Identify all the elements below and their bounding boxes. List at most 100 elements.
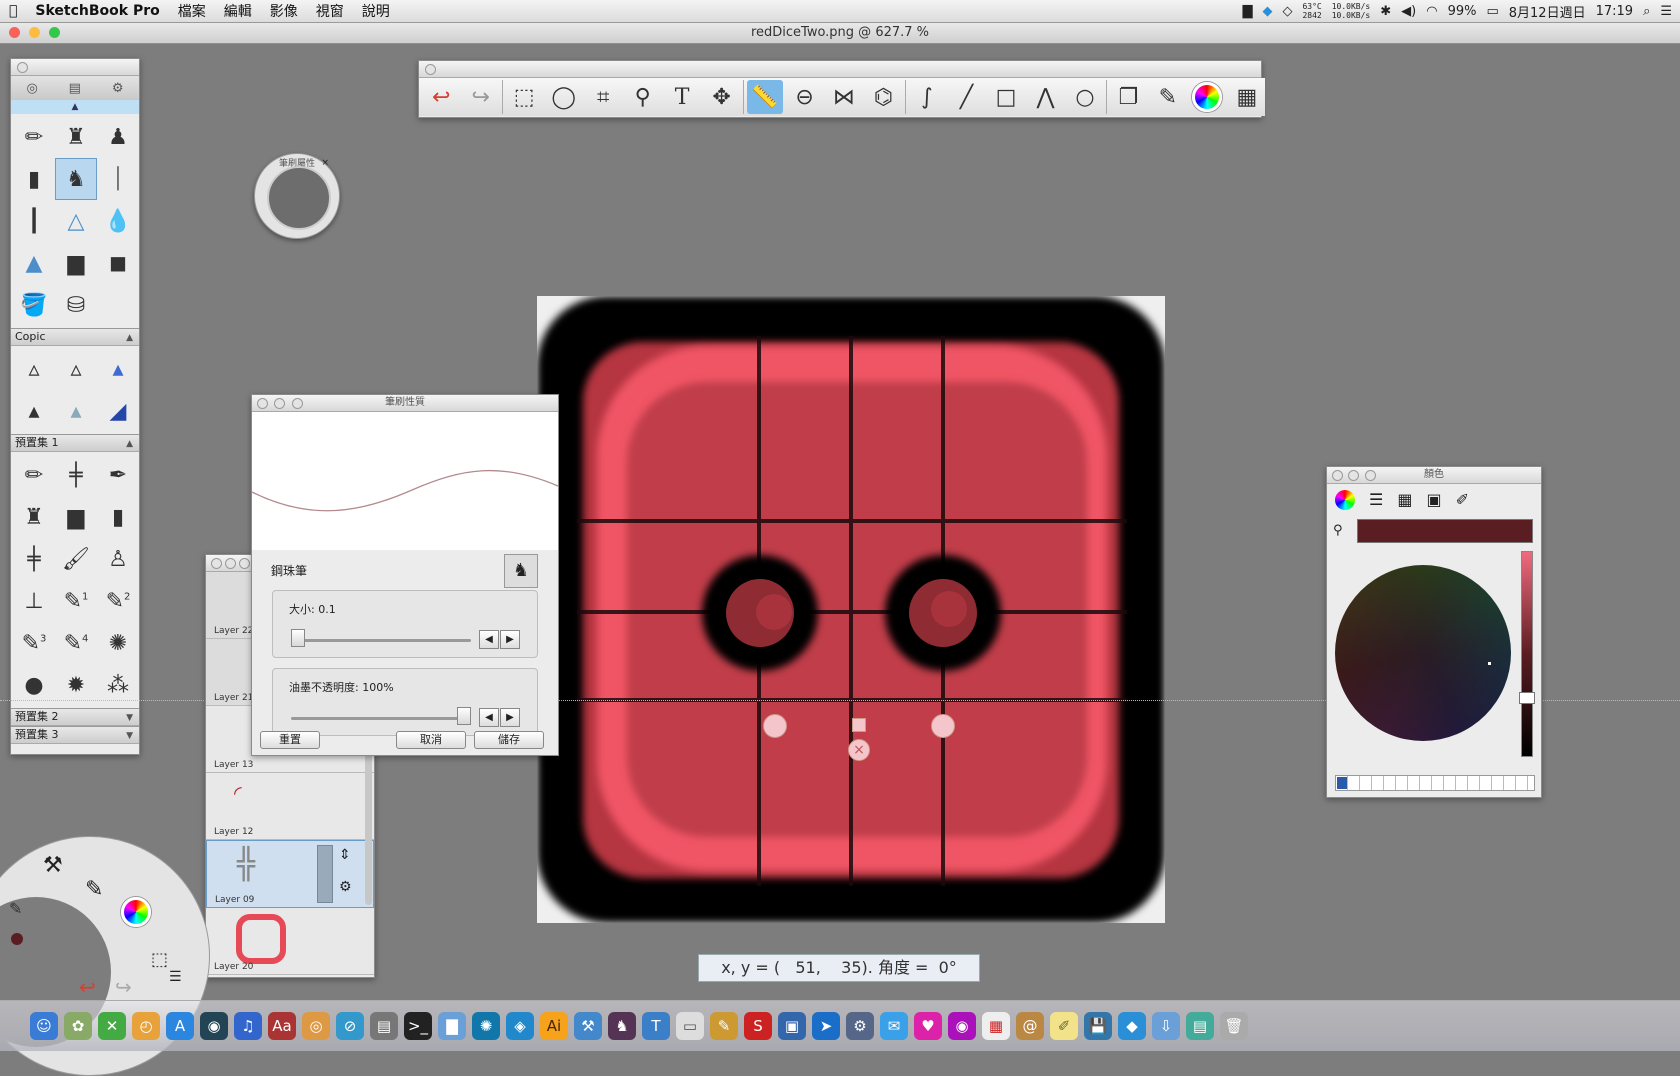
heart-icon[interactable]: ♥ bbox=[914, 1012, 942, 1040]
preset-2-icon[interactable]: ✎2 bbox=[97, 580, 139, 622]
bp-minimize-button[interactable] bbox=[274, 398, 285, 409]
apple-menu-icon[interactable]:  bbox=[0, 3, 26, 19]
color-palettes-tab-icon[interactable]: ▦ bbox=[1397, 490, 1412, 510]
drawing-canvas[interactable] bbox=[537, 296, 1165, 923]
color-swatch-row[interactable] bbox=[1335, 775, 1535, 791]
lagoon-color-icon[interactable] bbox=[121, 897, 151, 927]
eyedropper-icon[interactable]: ⚲ bbox=[1333, 523, 1343, 538]
splatter-icon[interactable]: ✺ bbox=[97, 622, 139, 664]
ellipse-guide-icon[interactable]: ⊖ bbox=[786, 80, 822, 114]
zoom-button[interactable] bbox=[49, 27, 60, 38]
xcode-icon[interactable]: ⚒ bbox=[574, 1012, 602, 1040]
brushes-icon[interactable]: ✎ bbox=[1150, 80, 1186, 114]
brightness-slider[interactable] bbox=[1519, 551, 1535, 757]
brush-puck-close-icon[interactable]: × bbox=[321, 158, 329, 168]
move-icon[interactable]: ✥ bbox=[703, 80, 739, 114]
scroll-up-icon[interactable]: ▲ bbox=[11, 100, 139, 114]
battery-level[interactable]: 99% bbox=[1448, 4, 1477, 19]
iphoto-icon[interactable]: ✿ bbox=[64, 1012, 92, 1040]
copic-marker-icon[interactable]: ▵ bbox=[13, 348, 55, 390]
size-increase-icon[interactable]: ▶ bbox=[500, 630, 520, 649]
safari-icon[interactable]: ⊘ bbox=[336, 1012, 364, 1040]
opacity-decrease-icon[interactable]: ◀ bbox=[479, 708, 499, 727]
curve-icon[interactable]: ∫ bbox=[909, 80, 945, 114]
messages-icon[interactable]: ✉ bbox=[880, 1012, 908, 1040]
notification-list-icon[interactable]: ☰ bbox=[1660, 4, 1672, 19]
preset-ruler-pen-icon[interactable]: ╪ bbox=[55, 454, 97, 496]
lagoon-select-icon[interactable]: ⬚ bbox=[151, 949, 168, 970]
cat-icon[interactable]: ♞ bbox=[608, 1012, 636, 1040]
copic-marker-icon[interactable]: ▴ bbox=[97, 348, 139, 390]
folder-icon[interactable]: ▇ bbox=[438, 1012, 466, 1040]
section-preset-1[interactable]: 預置集 1 ▲ bbox=[11, 434, 139, 452]
sketchbook-icon[interactable]: S bbox=[744, 1012, 772, 1040]
triangle-brush-icon[interactable]: ▲ bbox=[13, 242, 55, 284]
wifi-icon[interactable]: ◠ bbox=[1426, 4, 1437, 19]
preset-pencil-icon[interactable]: ✏ bbox=[13, 454, 55, 496]
preset-brush-icon[interactable]: 🖌 bbox=[55, 538, 97, 580]
ballpoint-pen-icon[interactable]: ♞ bbox=[55, 158, 97, 200]
bluetooth-icon[interactable]: ✱ bbox=[1380, 4, 1391, 19]
section-preset-3[interactable]: 預置集 3 ▼ bbox=[11, 726, 139, 744]
felt-pen-icon[interactable]: ♟ bbox=[97, 116, 139, 158]
calendar-icon[interactable]: ▦ bbox=[982, 1012, 1010, 1040]
layer-move-icon[interactable]: ⇕ bbox=[339, 847, 351, 863]
menu-window[interactable]: 視窗 bbox=[307, 1, 353, 21]
layers-minimize-button[interactable] bbox=[225, 558, 236, 569]
dropbox-icon[interactable]: ◇ bbox=[1282, 4, 1292, 19]
section-copic[interactable]: Copic ▲ bbox=[11, 328, 139, 346]
notes-icon[interactable]: ✐ bbox=[1050, 1012, 1078, 1040]
opacity-slider-knob[interactable] bbox=[457, 707, 471, 725]
paint-bucket-icon[interactable]: 🪣 bbox=[13, 284, 55, 326]
textwrangler-icon[interactable]: T bbox=[642, 1012, 670, 1040]
layer-opacity-slider[interactable] bbox=[317, 845, 333, 903]
preset-marker-icon[interactable]: ♜ bbox=[13, 496, 55, 538]
menu-time[interactable]: 17:19 bbox=[1596, 4, 1633, 19]
minimize-button[interactable] bbox=[29, 27, 40, 38]
itunes-icon[interactable]: ♫ bbox=[234, 1012, 262, 1040]
image-palette-tab-icon[interactable]: ▣ bbox=[1426, 490, 1441, 510]
preview-icon[interactable]: ▤ bbox=[370, 1012, 398, 1040]
ruler-handle-left[interactable] bbox=[763, 714, 787, 738]
opacity-slider-track[interactable] bbox=[291, 717, 471, 720]
finder-icon[interactable]: ☺ bbox=[30, 1012, 58, 1040]
lagoon-brush-icon[interactable]: ✎ bbox=[85, 877, 103, 902]
layer-row[interactable]: Layer 20 bbox=[206, 908, 374, 975]
text-icon[interactable]: T bbox=[664, 80, 700, 114]
soft-eraser-icon[interactable]: ◼ bbox=[97, 242, 139, 284]
crop-icon[interactable]: ⌗ bbox=[585, 80, 621, 114]
documents-icon[interactable]: ▤ bbox=[1186, 1012, 1214, 1040]
current-color-swatch[interactable] bbox=[1357, 519, 1533, 543]
colors-close-button[interactable] bbox=[1332, 470, 1343, 481]
fine-brush-icon[interactable]: ⏐ bbox=[97, 158, 139, 200]
polyline-icon[interactable]: ⋀ bbox=[1027, 80, 1063, 114]
rect-icon[interactable]: □ bbox=[988, 80, 1024, 114]
hard-eraser-icon[interactable]: ▆ bbox=[55, 242, 97, 284]
brightness-knob[interactable] bbox=[1519, 692, 1535, 704]
preset-1-icon[interactable]: ✎1 bbox=[55, 580, 97, 622]
brush-puck-dial[interactable] bbox=[267, 166, 331, 230]
preset-airbrush-icon[interactable]: ╪ bbox=[13, 538, 55, 580]
crossover-icon[interactable]: ✕ bbox=[98, 1012, 126, 1040]
appstore-icon[interactable]: A bbox=[166, 1012, 194, 1040]
color-wheel[interactable] bbox=[1335, 565, 1511, 741]
save-disk-icon[interactable]: 💾 bbox=[1084, 1012, 1112, 1040]
brush-app-icon[interactable]: ✎ bbox=[710, 1012, 738, 1040]
lagoon-menu-icon[interactable]: ☰ bbox=[169, 969, 182, 985]
tab-brushes-icon[interactable]: ◎ bbox=[26, 81, 37, 96]
photobooth-icon[interactable]: ◉ bbox=[948, 1012, 976, 1040]
preset-4-icon[interactable]: ✎4 bbox=[55, 622, 97, 664]
utility-icon[interactable]: ⚙ bbox=[846, 1012, 874, 1040]
lagoon-color-dot[interactable] bbox=[11, 933, 23, 945]
dictionary-icon[interactable]: Aa bbox=[268, 1012, 296, 1040]
ruler-close-icon[interactable]: × bbox=[848, 739, 870, 761]
marker-icon[interactable]: ♜ bbox=[55, 116, 97, 158]
color-wheel-tab-icon[interactable] bbox=[1335, 490, 1355, 510]
symmetry-icon[interactable]: ⋈ bbox=[826, 80, 862, 114]
twitter-icon[interactable]: ◆ bbox=[1262, 4, 1272, 19]
brush-puck[interactable]: 筆刷屬性 × bbox=[254, 153, 340, 239]
downloads-icon[interactable]: ⇩ bbox=[1152, 1012, 1180, 1040]
trash-icon[interactable]: 🗑 bbox=[1220, 1012, 1248, 1040]
layers-icon[interactable]: ❐ bbox=[1110, 80, 1146, 114]
copic-marker-icon[interactable]: ▵ bbox=[55, 348, 97, 390]
